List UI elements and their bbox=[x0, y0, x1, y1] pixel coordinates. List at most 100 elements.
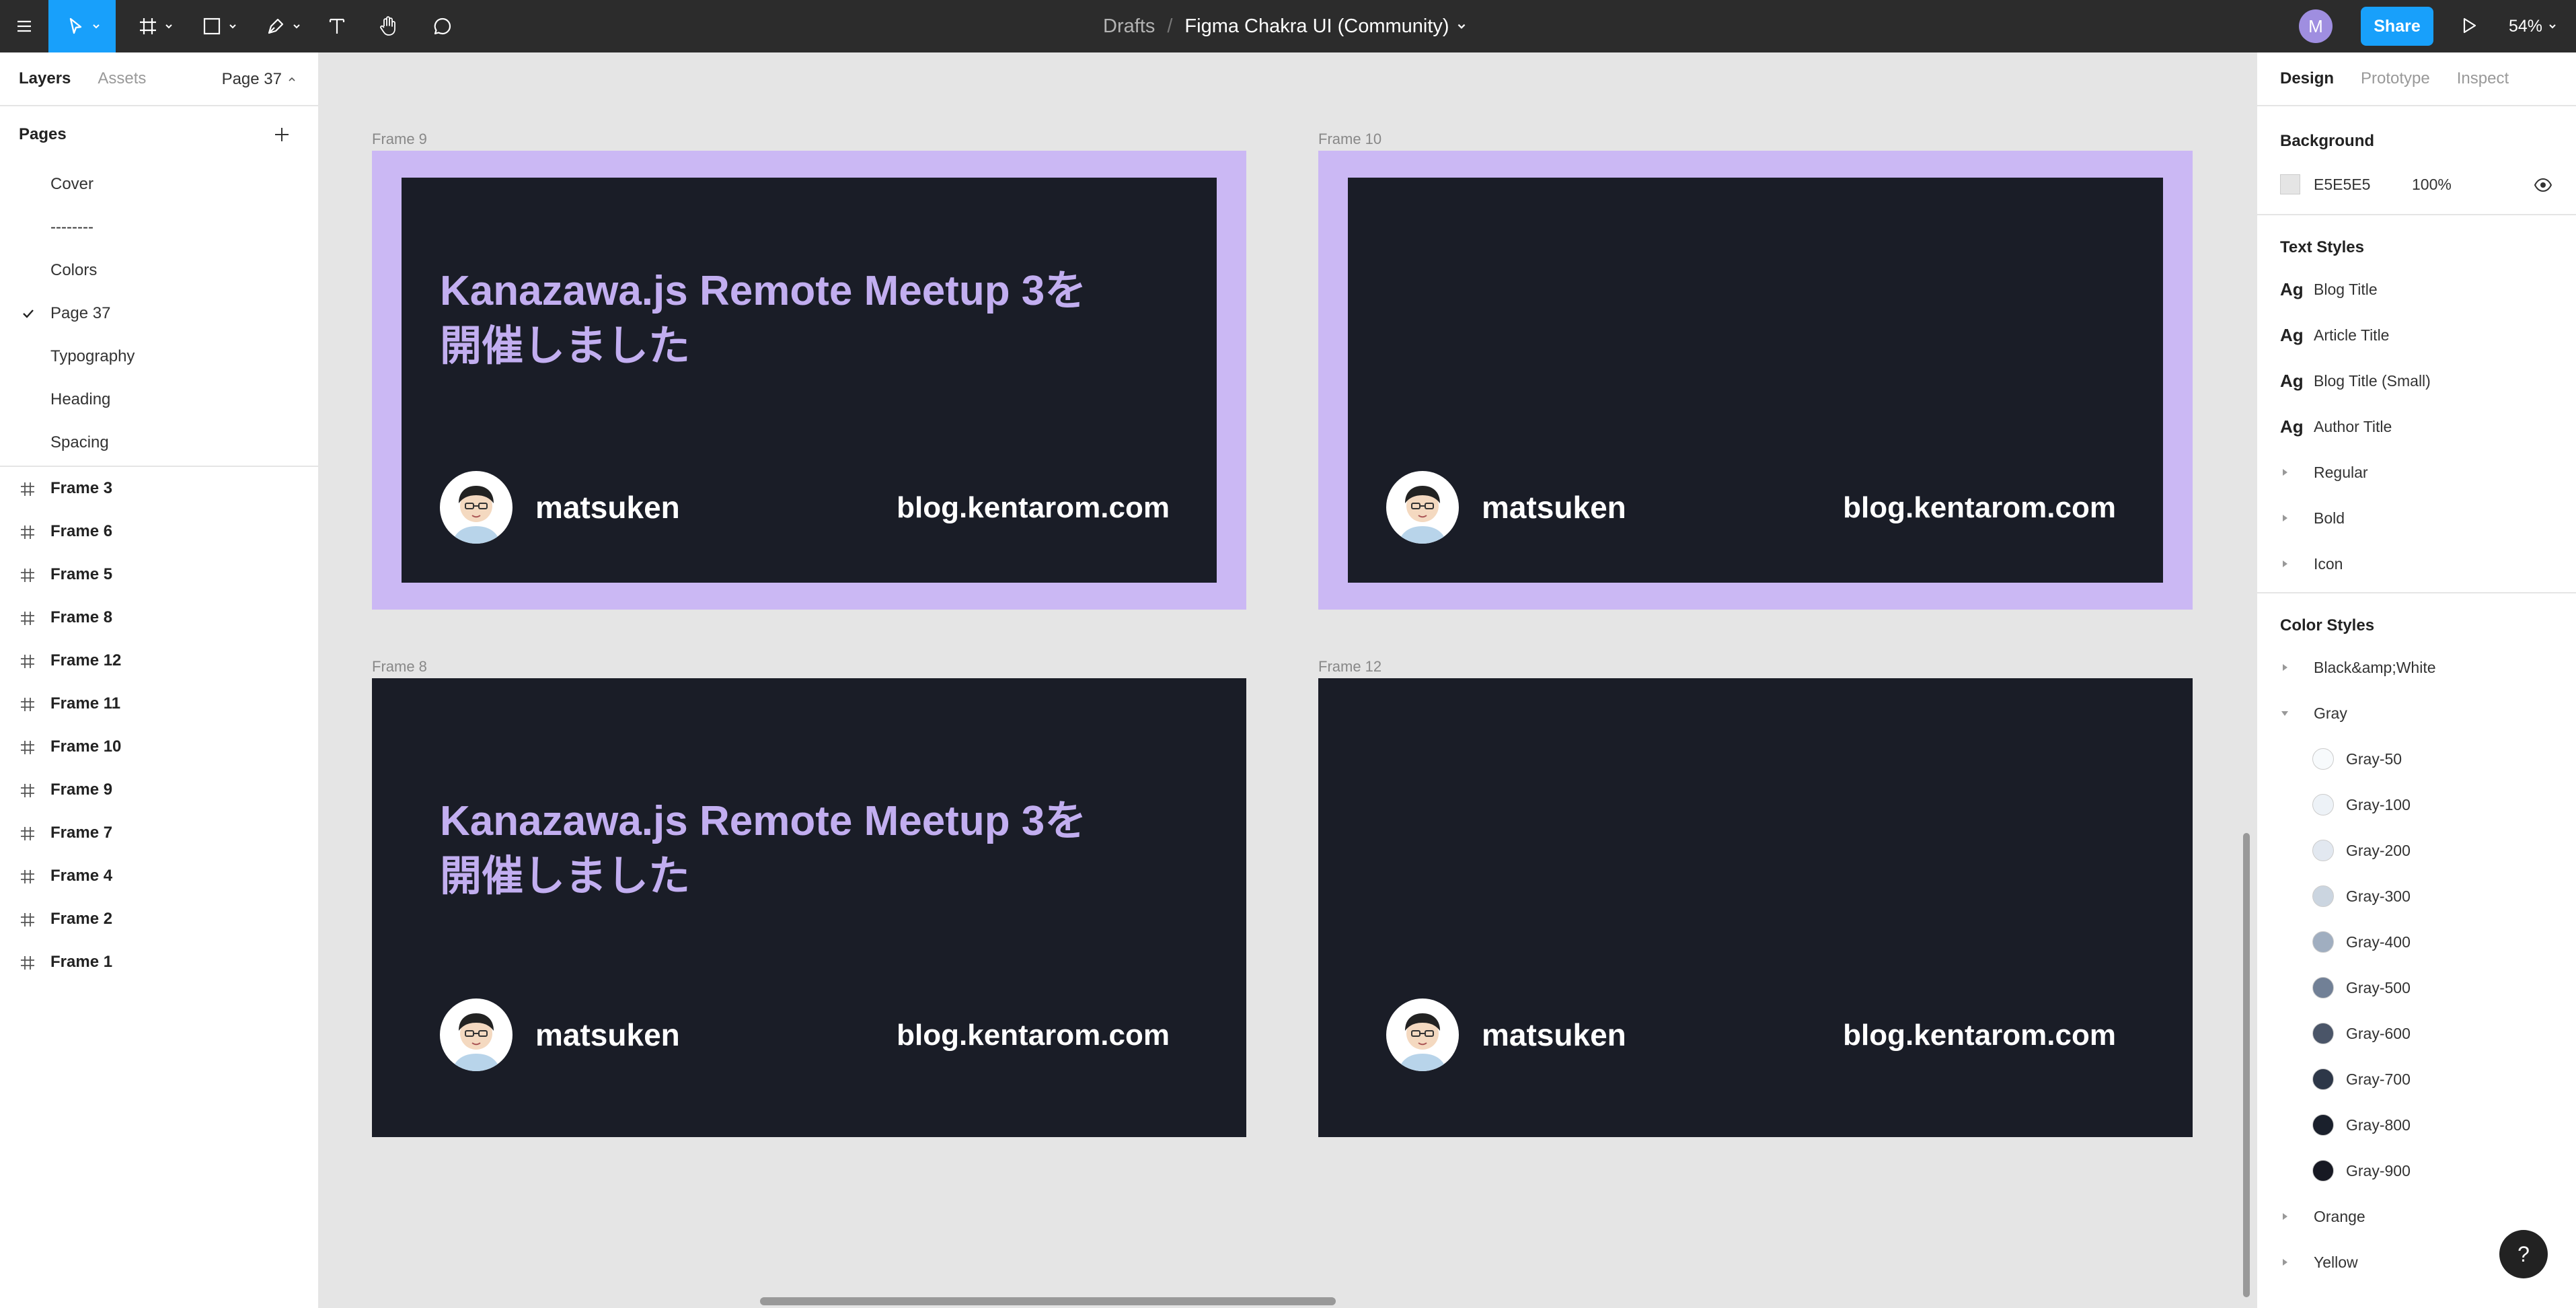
color-style-item[interactable]: Gray-800 bbox=[2257, 1102, 2576, 1148]
frame-label[interactable]: Frame 10 bbox=[1318, 131, 1381, 148]
main-menu-button[interactable] bbox=[0, 0, 48, 52]
page-item-divider[interactable]: -------- bbox=[0, 206, 318, 249]
text-icon bbox=[329, 18, 345, 34]
tab-inspect[interactable]: Inspect bbox=[2457, 69, 2509, 88]
layer-frame-6[interactable]: Frame 6 bbox=[0, 510, 318, 553]
rectangle-icon bbox=[203, 17, 221, 35]
breadcrumb-drafts[interactable]: Drafts bbox=[1103, 15, 1155, 38]
page-item-page-37[interactable]: Page 37 bbox=[0, 292, 318, 335]
chevron-up-icon bbox=[289, 77, 295, 81]
color-style-label: Gray-200 bbox=[2346, 841, 2411, 859]
page-item-heading[interactable]: Heading bbox=[0, 378, 318, 421]
page-item-spacing[interactable]: Spacing bbox=[0, 421, 318, 464]
background-hex[interactable]: E5E5E5 bbox=[2314, 176, 2412, 194]
move-tool-button[interactable] bbox=[48, 0, 116, 52]
layer-frame-7[interactable]: Frame 7 bbox=[0, 811, 318, 855]
zoom-dropdown[interactable]: 54% bbox=[2509, 0, 2557, 52]
hand-tool-button[interactable] bbox=[372, 0, 406, 52]
frame-9[interactable]: Kanazawa.js Remote Meetup 3を 開催しました mats… bbox=[372, 151, 1246, 610]
tab-prototype[interactable]: Prototype bbox=[2361, 69, 2430, 88]
present-button[interactable] bbox=[2455, 12, 2482, 39]
layer-frame-8[interactable]: Frame 8 bbox=[0, 596, 318, 639]
frame-10[interactable]: matsuken blog.kentarom.com bbox=[1318, 151, 2193, 610]
text-style-label: Article Title bbox=[2314, 326, 2390, 344]
layer-frame-5[interactable]: Frame 5 bbox=[0, 553, 318, 596]
chevron-down-icon bbox=[229, 24, 236, 29]
user-avatar[interactable]: M bbox=[2299, 9, 2333, 43]
file-name[interactable]: Figma Chakra UI (Community) bbox=[1184, 15, 1449, 38]
text-style-item[interactable]: Ag Blog Title bbox=[2257, 266, 2576, 312]
canvas[interactable]: Frame 9 Kanazawa.js Remote Meetup 3を 開催し… bbox=[321, 52, 2256, 1308]
text-style-item[interactable]: Ag Blog Title (Small) bbox=[2257, 358, 2576, 404]
layer-frame-11[interactable]: Frame 11 bbox=[0, 682, 318, 725]
og-card: matsuken blog.kentarom.com bbox=[1348, 178, 2163, 583]
color-style-item[interactable]: Gray-500 bbox=[2257, 965, 2576, 1011]
text-tool-button[interactable] bbox=[320, 0, 354, 52]
color-style-item[interactable]: Gray-400 bbox=[2257, 919, 2576, 965]
text-style-group-icon[interactable]: Icon bbox=[2257, 541, 2576, 587]
text-style-label: Blog Title bbox=[2314, 280, 2378, 298]
color-style-item[interactable]: Gray-300 bbox=[2257, 873, 2576, 919]
page-item-cover[interactable]: Cover bbox=[0, 163, 318, 206]
comment-tool-button[interactable] bbox=[426, 0, 459, 52]
frame-icon bbox=[21, 913, 34, 926]
background-swatch[interactable] bbox=[2280, 174, 2300, 194]
color-group-gray[interactable]: Gray bbox=[2257, 690, 2576, 736]
shape-tool-button[interactable] bbox=[192, 0, 245, 52]
text-style-item[interactable]: Ag Article Title bbox=[2257, 312, 2576, 358]
frame-label[interactable]: Frame 9 bbox=[372, 131, 427, 148]
text-style-item[interactable]: Ag Author Title bbox=[2257, 404, 2576, 449]
help-button[interactable]: ? bbox=[2499, 1230, 2548, 1278]
author-block: matsuken bbox=[1386, 471, 1626, 544]
frame-8[interactable]: Kanazawa.js Remote Meetup 3を 開催しました mats… bbox=[372, 678, 1246, 1137]
layer-frame-12[interactable]: Frame 12 bbox=[0, 639, 318, 682]
author-avatar bbox=[440, 471, 513, 544]
color-style-label: Gray-50 bbox=[2346, 750, 2402, 768]
color-style-label: Gray-900 bbox=[2346, 1161, 2411, 1179]
frame-tool-button[interactable] bbox=[128, 0, 182, 52]
color-style-item[interactable]: Gray-50 bbox=[2257, 736, 2576, 782]
color-style-item[interactable]: Gray-700 bbox=[2257, 1056, 2576, 1102]
text-style-group-regular[interactable]: Regular bbox=[2257, 449, 2576, 495]
color-style-item[interactable]: Gray-900 bbox=[2257, 1148, 2576, 1194]
page-item-label: -------- bbox=[50, 218, 93, 236]
author-block: matsuken bbox=[440, 998, 680, 1071]
tab-design[interactable]: Design bbox=[2280, 69, 2334, 88]
vertical-scrollbar[interactable] bbox=[2243, 833, 2250, 1297]
layer-frame-3[interactable]: Frame 3 bbox=[0, 467, 318, 510]
frame-label[interactable]: Frame 12 bbox=[1318, 658, 1381, 676]
text-style-group-bold[interactable]: Bold bbox=[2257, 495, 2576, 541]
author-avatar bbox=[1386, 998, 1459, 1071]
layer-frame-2[interactable]: Frame 2 bbox=[0, 898, 318, 941]
caret-right-icon bbox=[2283, 515, 2287, 521]
page-item-colors[interactable]: Colors bbox=[0, 249, 318, 292]
color-group-black-white[interactable]: Black&amp;White bbox=[2257, 645, 2576, 690]
chevron-down-icon[interactable] bbox=[1456, 21, 1467, 32]
frame-icon bbox=[21, 525, 34, 539]
page-item-typography[interactable]: Typography bbox=[0, 335, 318, 378]
frame-label[interactable]: Frame 8 bbox=[372, 658, 427, 676]
add-page-icon[interactable] bbox=[268, 121, 295, 148]
share-button[interactable]: Share bbox=[2361, 7, 2433, 46]
layer-frame-1[interactable]: Frame 1 bbox=[0, 941, 318, 984]
layer-frame-10[interactable]: Frame 10 bbox=[0, 725, 318, 768]
frame-12[interactable]: matsuken blog.kentarom.com bbox=[1318, 678, 2193, 1137]
color-swatch bbox=[2312, 931, 2334, 953]
layer-label: Frame 11 bbox=[50, 694, 121, 713]
layer-label: Frame 6 bbox=[50, 522, 113, 540]
layer-frame-4[interactable]: Frame 4 bbox=[0, 855, 318, 898]
color-style-item[interactable]: Gray-200 bbox=[2257, 828, 2576, 873]
layer-frame-9[interactable]: Frame 9 bbox=[0, 768, 318, 811]
text-style-icon: Ag bbox=[2280, 324, 2304, 345]
page-selector[interactable]: Page 37 bbox=[222, 52, 297, 106]
tab-layers[interactable]: Layers bbox=[19, 69, 71, 88]
color-style-item[interactable]: Gray-100 bbox=[2257, 782, 2576, 828]
comment-icon bbox=[434, 17, 451, 35]
layer-label: Frame 5 bbox=[50, 565, 113, 583]
tab-assets[interactable]: Assets bbox=[98, 69, 146, 88]
color-style-item[interactable]: Gray-600 bbox=[2257, 1011, 2576, 1056]
horizontal-scrollbar[interactable] bbox=[760, 1297, 1336, 1305]
eye-icon[interactable] bbox=[2533, 175, 2553, 195]
pen-tool-button[interactable] bbox=[256, 0, 309, 52]
background-opacity[interactable]: 100% bbox=[2412, 176, 2452, 194]
